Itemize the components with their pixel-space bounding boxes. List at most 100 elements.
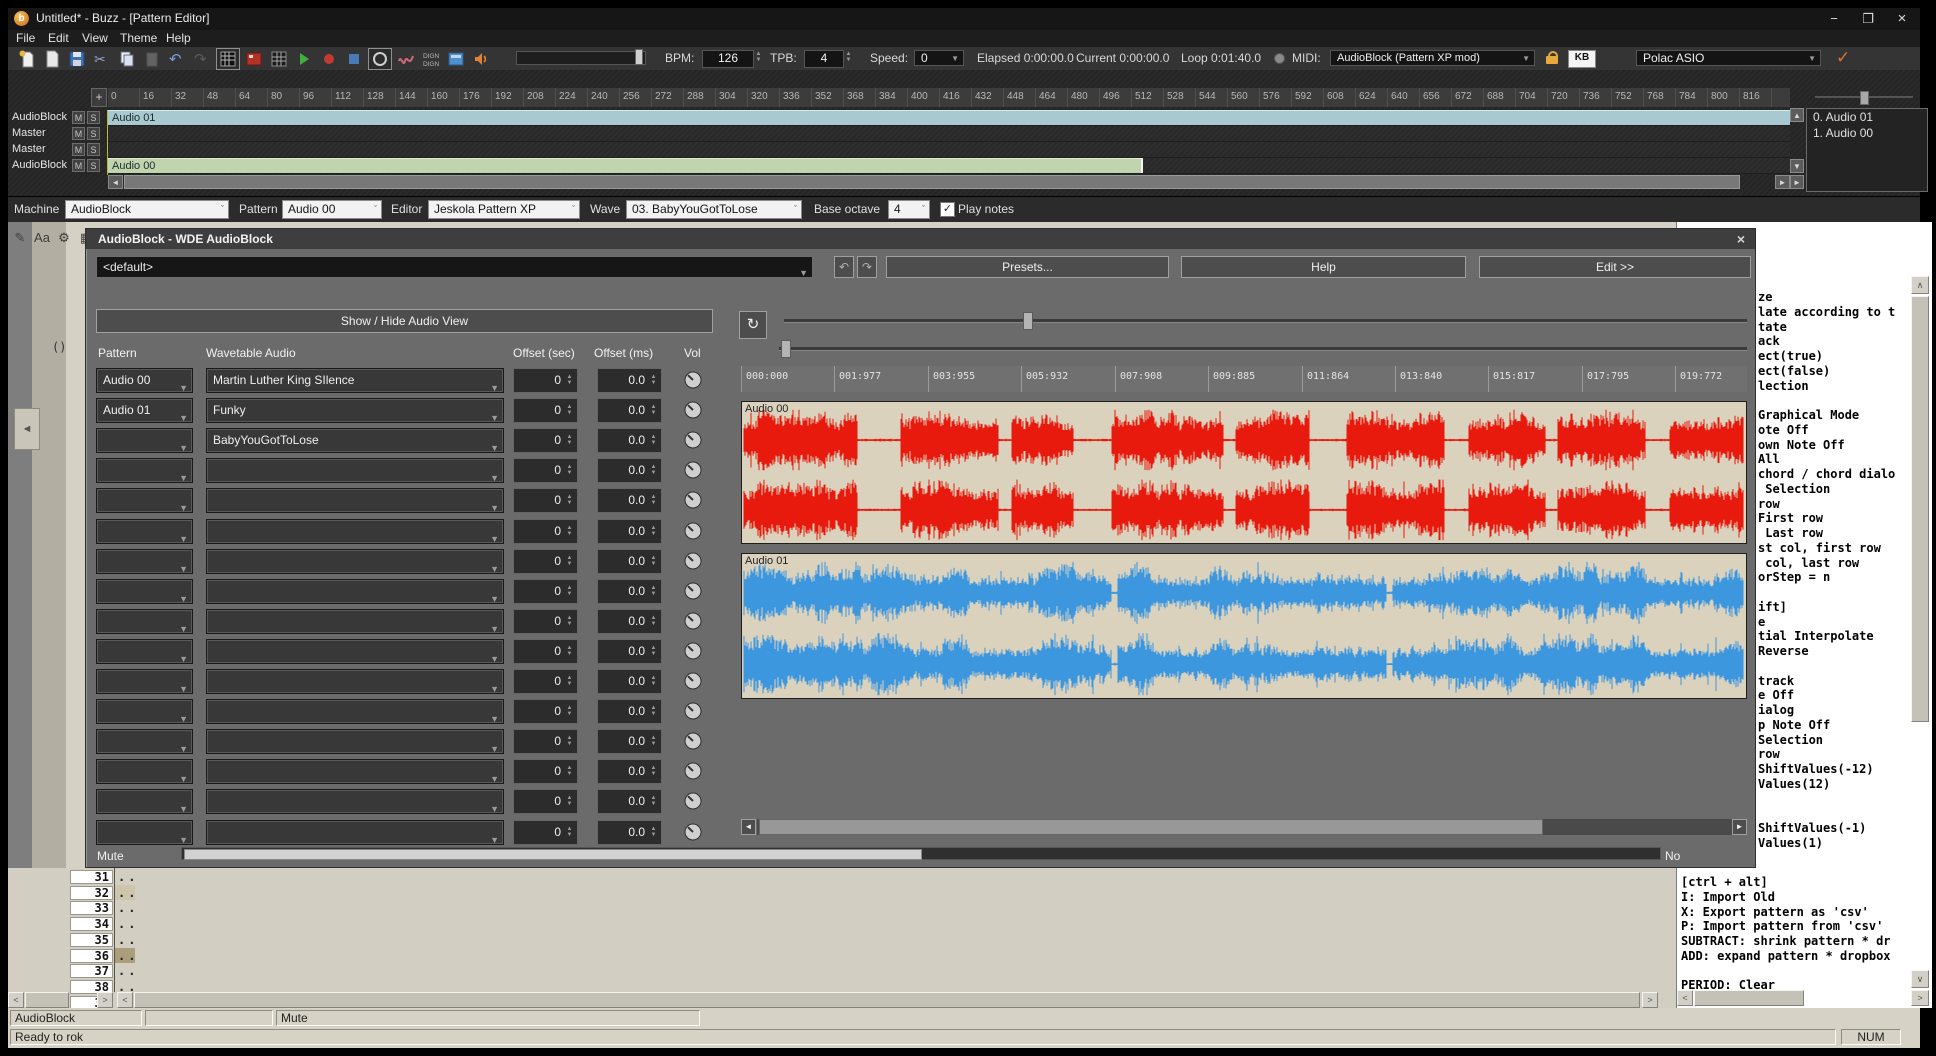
row-offset-sec-spinner[interactable]: ▲▼ — [565, 675, 574, 687]
redo-icon[interactable]: ↷ — [191, 49, 213, 69]
row-offset-ms-field[interactable]: 0.0▲▼ — [597, 789, 662, 814]
pattern-hscroll-right-icon[interactable]: > — [1642, 992, 1658, 1008]
row-offset-ms-spinner[interactable]: ▲▼ — [649, 434, 658, 446]
maximize-button[interactable]: ❐ — [1854, 10, 1882, 28]
row-offset-ms-field[interactable]: 0.0▲▼ — [597, 729, 662, 754]
row-wavetable-select[interactable]: Funky▼ — [206, 398, 504, 423]
row-pattern-select[interactable]: ▼ — [96, 549, 193, 574]
row-volume-knob[interactable] — [684, 732, 702, 750]
menu-theme[interactable]: Theme — [120, 31, 157, 45]
row-pattern-select[interactable]: ▼ — [96, 519, 193, 544]
wave-hscroll-right-icon[interactable]: ► — [1732, 819, 1747, 835]
minimize-button[interactable]: − — [1820, 10, 1848, 28]
row-offset-sec-field[interactable]: 0▲▼ — [513, 699, 578, 724]
row-offset-ms-spinner[interactable]: ▲▼ — [649, 555, 658, 567]
row-volume-knob[interactable] — [684, 491, 702, 509]
row-offset-ms-field[interactable]: 0.0▲▼ — [597, 669, 662, 694]
help-vscroll-up-icon[interactable]: ∧ — [1911, 276, 1929, 294]
row-offset-ms-spinner[interactable]: ▲▼ — [649, 404, 658, 416]
row-volume-knob[interactable] — [684, 461, 702, 479]
master-volume-slider[interactable] — [516, 51, 646, 65]
pattern-list[interactable]: 0. Audio 011. Audio 00 — [1806, 108, 1928, 192]
row-offset-sec-spinner[interactable]: ▲▼ — [565, 525, 574, 537]
row-offset-sec-field[interactable]: 0▲▼ — [513, 639, 578, 664]
base-octave-select[interactable]: 4ˇ — [888, 200, 930, 219]
mute-param-slider-fill[interactable] — [184, 849, 922, 860]
wave-position-slider[interactable] — [779, 347, 1747, 351]
presets-button[interactable]: Presets... — [886, 256, 1169, 278]
row-wavetable-select[interactable]: ▼ — [206, 639, 504, 664]
seq-hscroll-right-icon[interactable]: ► — [1775, 175, 1790, 189]
row-wavetable-select[interactable]: ▼ — [206, 759, 504, 784]
audio-driver-select[interactable]: Polac ASIO ▼ — [1636, 50, 1821, 66]
solo-button[interactable]: S — [87, 143, 100, 156]
edit-button[interactable]: Edit >> — [1479, 256, 1751, 278]
row-value-cell[interactable]: .. — [118, 886, 138, 900]
digital-display-icon[interactable]: DIGNDIGN — [420, 49, 442, 69]
row-offset-sec-field[interactable]: 0▲▼ — [513, 579, 578, 604]
row-offset-ms-spinner[interactable]: ▲▼ — [649, 645, 658, 657]
refresh-button[interactable]: ↻ — [739, 311, 767, 339]
row-volume-knob[interactable] — [684, 401, 702, 419]
row-offset-sec-field[interactable]: 0▲▼ — [513, 669, 578, 694]
mute-button[interactable]: M — [72, 159, 85, 172]
patnum-hscroll-left-icon[interactable]: < — [8, 992, 24, 1008]
help-hscroll-right-icon[interactable]: > — [1911, 990, 1929, 1006]
sequence-editor-view-icon[interactable] — [268, 49, 290, 69]
row-volume-knob[interactable] — [684, 612, 702, 630]
pattern-clip[interactable]: Audio 00 — [108, 158, 1141, 173]
gear-icon[interactable]: ⚙ — [54, 228, 74, 248]
row-wavetable-select[interactable]: ▼ — [206, 669, 504, 694]
row-wavetable-select[interactable]: ▼ — [206, 729, 504, 754]
row-offset-sec-field[interactable]: 0▲▼ — [513, 368, 578, 393]
font-icon[interactable]: Aa — [32, 228, 52, 248]
row-pattern-select[interactable]: Audio 01▼ — [96, 398, 193, 423]
info-view-icon[interactable] — [445, 49, 467, 69]
row-offset-ms-spinner[interactable]: ▲▼ — [649, 735, 658, 747]
row-number-cell[interactable]: 37 — [70, 964, 113, 978]
menu-file[interactable]: File — [16, 31, 35, 45]
zoom-slider[interactable] — [1815, 96, 1913, 98]
row-offset-sec-spinner[interactable]: ▲▼ — [565, 705, 574, 717]
preset-redo-button[interactable]: ↷ — [857, 256, 877, 278]
new-file-icon[interactable] — [16, 49, 38, 69]
pattern-hscroll-left-icon[interactable]: < — [117, 992, 133, 1008]
row-wavetable-select[interactable]: ▼ — [206, 820, 504, 845]
audio-speaker-icon[interactable] — [470, 49, 492, 69]
row-pattern-select[interactable]: ▼ — [96, 789, 193, 814]
preset-select[interactable]: <default> ▼ — [96, 256, 813, 278]
tpb-field[interactable]: 4 — [804, 50, 844, 68]
midi-lock-icon[interactable] — [1546, 51, 1558, 65]
row-wavetable-select[interactable]: ▼ — [206, 699, 504, 724]
row-wavetable-select[interactable]: ▼ — [206, 488, 504, 513]
row-pattern-select[interactable]: ▼ — [96, 820, 193, 845]
row-offset-sec-field[interactable]: 0▲▼ — [513, 428, 578, 453]
mute-param-slider[interactable] — [181, 847, 1661, 860]
waveform-audio01[interactable]: Audio 01 — [741, 553, 1747, 699]
seq-corner-right-icon[interactable]: ► — [1790, 175, 1804, 189]
patnum-hscroll-thumb[interactable] — [25, 992, 69, 1008]
row-offset-sec-spinner[interactable]: ▲▼ — [565, 765, 574, 777]
row-offset-sec-field[interactable]: 0▲▼ — [513, 729, 578, 754]
row-offset-ms-field[interactable]: 0.0▲▼ — [597, 699, 662, 724]
play-icon[interactable] — [293, 49, 315, 69]
row-wavetable-select[interactable]: ▼ — [206, 579, 504, 604]
row-pattern-select[interactable]: ▼ — [96, 639, 193, 664]
row-offset-sec-field[interactable]: 0▲▼ — [513, 789, 578, 814]
row-number-cell[interactable]: 34 — [70, 917, 113, 931]
waveform-audio00[interactable]: Audio 00 — [741, 401, 1747, 544]
save-icon[interactable] — [66, 49, 88, 69]
row-offset-ms-field[interactable]: 0.0▲▼ — [597, 398, 662, 423]
seq-hscroll-thumb[interactable] — [124, 175, 1740, 189]
row-offset-sec-field[interactable]: 0▲▼ — [513, 488, 578, 513]
loop-icon[interactable] — [368, 48, 392, 70]
row-offset-ms-field[interactable]: 0.0▲▼ — [597, 368, 662, 393]
row-volume-knob[interactable] — [684, 552, 702, 570]
mute-button[interactable]: M — [72, 111, 85, 124]
copy-icon[interactable] — [116, 49, 138, 69]
row-number-cell[interactable]: 32 — [70, 886, 113, 900]
row-offset-sec-field[interactable]: 0▲▼ — [513, 820, 578, 845]
pattern-list-item[interactable]: 1. Audio 00 — [1807, 125, 1927, 141]
open-file-icon[interactable] — [41, 49, 63, 69]
wave-zoom-slider-thumb[interactable] — [1023, 312, 1033, 330]
